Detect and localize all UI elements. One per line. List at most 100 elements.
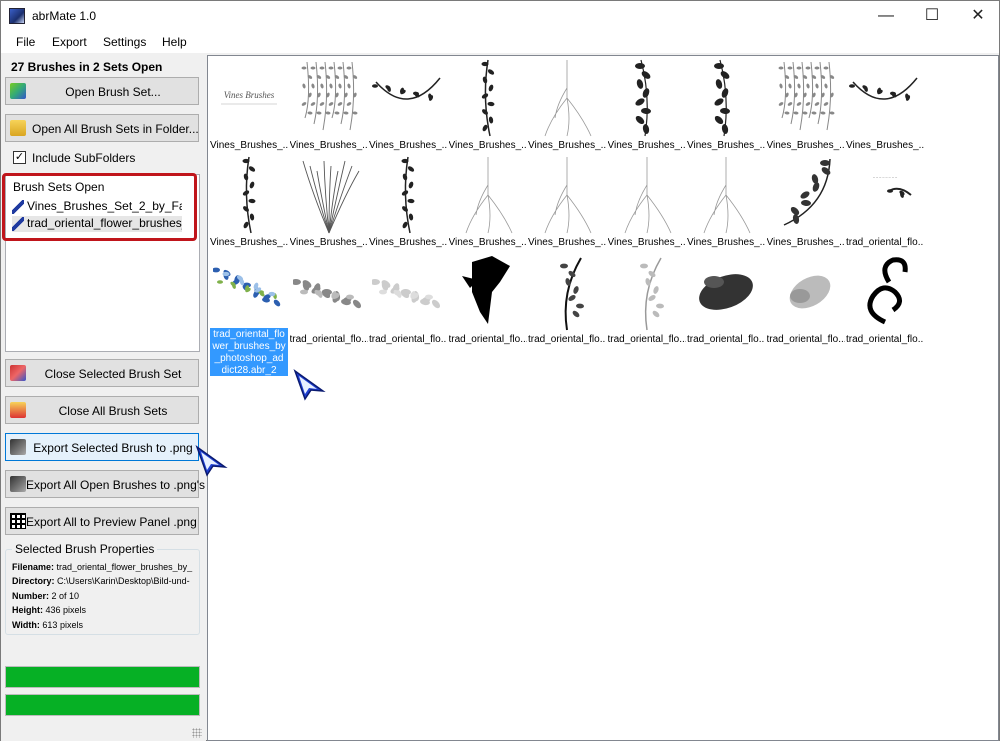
brush-thumbnail[interactable]: Vines_Brushes_... [687,56,765,152]
brush-thumbnail[interactable]: trad_oriental_flo... [846,250,924,346]
brush-thumbnail-caption: trad_oriental_flo... [528,334,606,345]
brush-thumbnail-caption: Vines_Brushes_... [607,237,686,248]
brush-thumbnail[interactable]: Vines_Brushes_... [449,56,527,152]
brush-thumbnail-caption: Vines_Brushes_... [210,140,288,151]
open-all-in-folder-button[interactable]: Open All Brush Sets in Folder... [5,114,199,142]
svg-text:~ ~ ~ ~ ~ ~ ~ ~: ~ ~ ~ ~ ~ ~ ~ ~ [873,175,898,180]
brush-preview-image [783,158,831,226]
brush-thumbnail-caption: Vines_Brushes_... [846,140,924,151]
brush-thumbnail[interactable]: trad_oriental_flo... [369,250,447,346]
brush-thumbnail-caption: Vines_Brushes_... [687,237,765,248]
brush-thumbnail[interactable]: Vines_Brushes_... [767,153,845,249]
brush-preview-image: ~ ~ ~ ~ ~ ~ ~ ~ [873,175,912,198]
brush-preview-image [544,157,592,234]
close-all-icon [10,402,26,418]
brush-thumbnail[interactable]: Vines_Brushes_... [290,153,368,249]
brush-preview-image [560,257,584,331]
brush-preview-image [778,61,834,131]
open-brush-set-button[interactable]: Open Brush Set... [5,77,199,105]
export-all-open-button[interactable]: Export All Open Brushes to .png's [5,470,205,498]
svg-text:Vines Brushes: Vines Brushes [224,90,275,100]
brush-preview-image [213,267,281,307]
brush-thumbnail-caption: Vines_Brushes_... [448,140,527,151]
brush-preview-image [714,59,730,137]
brush-thumbnail[interactable]: Vines_Brushes_... [608,153,686,249]
window-title: abrMate 1.0 [32,9,97,23]
brush-thumbnail[interactable]: Vines_Brushes_... [846,56,924,152]
brush-thumbnail[interactable]: trad_oriental_flo... [687,250,765,346]
brush-thumbnail[interactable]: Vines_Brushes_... [369,56,447,152]
brush-thumbnail-caption: Vines_Brushes_... [289,237,368,248]
title-bar: abrMate 1.0 — ☐ ✕ [1,1,999,31]
brush-count-label: 27 Brushes in 2 Sets Open [11,60,163,74]
folder-icon [10,120,26,136]
prop-height: Height: 436 pixels [12,605,87,615]
brush-thumbnail-caption: Vines_Brushes_... [766,140,845,151]
menu-bar: File Export Settings Help [1,31,999,53]
menu-file[interactable]: File [16,35,35,49]
brush-thumbnail-caption: trad_oriental_flo... [369,334,447,345]
brush-thumbnail-caption: Vines_Brushes_... [687,140,765,151]
brush-thumbnail[interactable]: Vines_Brushes_... [687,153,765,249]
close-window-button[interactable]: ✕ [955,1,1000,31]
brush-thumbnail-caption: trad_oriental_flo... [846,334,924,345]
app-icon [9,8,25,24]
brush-thumbnail[interactable]: Vines_Brushes_... [528,56,606,152]
brush-thumbnail[interactable]: Vines_Brushes_... [449,153,527,249]
progress-bar-2 [5,694,200,716]
brush-thumbnail[interactable]: trad_oriental_flo... [290,250,368,346]
brush-preview-image [481,59,494,137]
properties-title: Selected Brush Properties [12,542,158,556]
export-selected-button[interactable]: Export Selected Brush to .png [5,433,199,461]
brush-thumbnail[interactable]: Vines_Brushes_... [210,153,288,249]
brush-thumbnail[interactable]: Vines_Brushes_... [290,56,368,152]
brush-preview-image [242,156,256,234]
export-all-icon [10,476,26,492]
brush-thumbnail[interactable]: trad_oriental_flo... [767,250,845,346]
brush-thumbnail[interactable]: Vines_Brushes_... [528,153,606,249]
minimize-button[interactable]: — [863,1,909,31]
brush-thumbnail[interactable]: trad_oriental_flo... [449,250,527,346]
brush-thumbnail-caption: Vines_Brushes_... [528,140,606,151]
left-panel: 27 Brushes in 2 Sets Open Open Brush Set… [1,53,206,741]
resize-grip[interactable] [192,728,202,738]
prop-width: Width: 613 pixels [12,620,83,630]
progress-bar-1 [5,666,200,688]
brush-thumbnail[interactable]: trad_oriental_flower_brushes_by_photosho… [210,250,288,376]
brush-thumbnail[interactable]: Vines Brushes Vines_Brushes_... [210,56,288,152]
app-window: abrMate 1.0 — ☐ ✕ File Export Settings H… [0,0,1000,741]
menu-export[interactable]: Export [52,35,87,49]
close-set-icon [10,365,26,381]
menu-help[interactable]: Help [162,35,187,49]
include-subfolders-label: Include SubFolders [32,151,136,165]
brush-thumbnail[interactable]: Vines_Brushes_... [767,56,845,152]
brush-thumbnail-caption: trad_oriental_flo... [448,334,527,345]
brush-thumbnail-caption: trad_oriental_flo... [687,334,765,345]
prop-filename: Filename: trad_oriental_flower_brushes_b… [12,562,193,572]
prop-directory: Directory: C:\Users\Karin\Desktop\Bild-u… [12,576,190,586]
close-selected-set-button[interactable]: Close Selected Brush Set [5,359,199,387]
brush-preview-image [372,279,441,309]
export-icon [10,439,26,455]
brush-thumbnail[interactable]: Vines_Brushes_... [369,153,447,249]
export-preview-button[interactable]: Export All to Preview Panel .png [5,507,199,535]
brush-preview-image [372,77,441,101]
brush-thumbnail[interactable]: trad_oriental_flo... [608,250,686,346]
brush-preview-image [292,279,361,309]
open-brush-icon [10,83,26,99]
brush-preview-image [461,256,510,324]
brush-preview-image [639,257,664,331]
menu-settings[interactable]: Settings [103,35,146,49]
brush-thumbnail[interactable]: Vines_Brushes_... [608,56,686,152]
brush-thumbnail[interactable]: ~ ~ ~ ~ ~ ~ ~ ~ trad_oriental_flo... [846,153,924,249]
brush-thumbnail-caption: Vines_Brushes_... [369,140,447,151]
brush-thumbnail-caption: Vines_Brushes_... [369,237,447,248]
brush-preview-image [703,157,751,234]
annotation-arrow-icon [195,445,228,477]
brush-preview-image [867,257,908,325]
annotation-highlight [2,173,197,241]
include-subfolders-checkbox[interactable]: ✓ [13,151,26,164]
maximize-button[interactable]: ☐ [909,1,955,31]
close-all-sets-button[interactable]: Close All Brush Sets [5,396,199,424]
brush-thumbnail[interactable]: trad_oriental_flo... [528,250,606,346]
